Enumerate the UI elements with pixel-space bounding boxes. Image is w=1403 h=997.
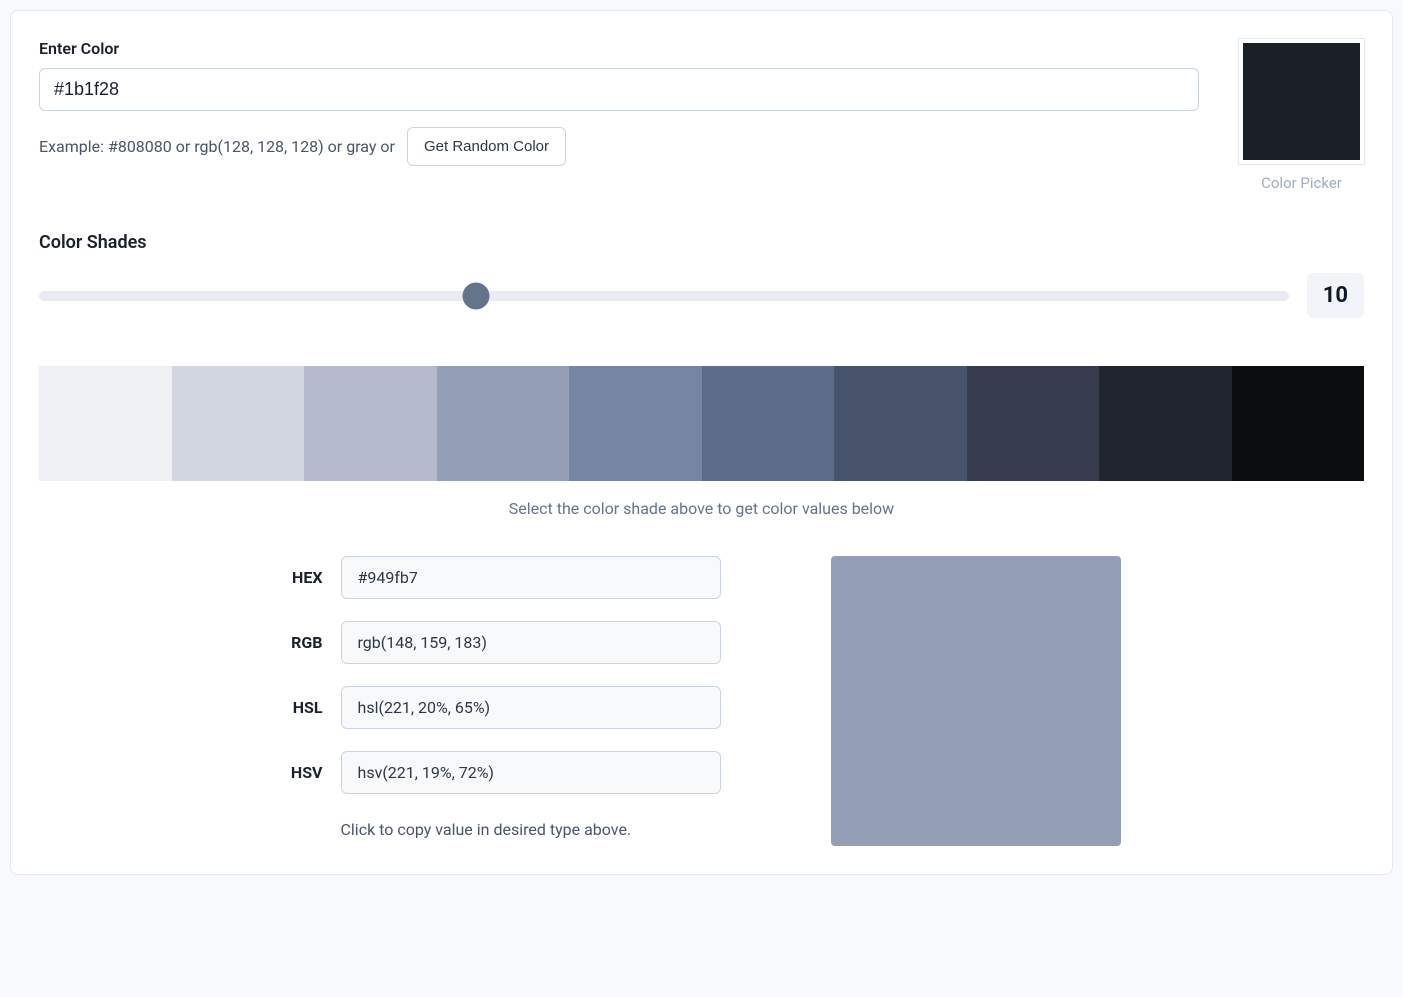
shade-swatch[interactable] — [569, 366, 702, 481]
color-picker-label: Color Picker — [1261, 174, 1342, 192]
shades-slider[interactable] — [39, 285, 1289, 307]
enter-color-label: Enter Color — [39, 39, 1199, 58]
rgb-value[interactable]: rgb(148, 159, 183) — [341, 621, 721, 664]
slider-track — [39, 291, 1289, 301]
color-input[interactable] — [39, 68, 1199, 111]
color-tool-card: Enter Color Example: #808080 or rgb(128,… — [10, 10, 1393, 875]
shade-swatch[interactable] — [39, 366, 172, 481]
shade-swatch[interactable] — [967, 366, 1100, 481]
get-random-color-button[interactable]: Get Random Color — [407, 127, 566, 166]
hex-value[interactable]: #949fb7 — [341, 556, 721, 599]
shades-hint: Select the color shade above to get colo… — [39, 499, 1364, 518]
selected-shade-preview — [831, 556, 1121, 846]
hex-row: HEX #949fb7 — [283, 556, 721, 599]
hsv-value[interactable]: hsv(221, 19%, 72%) — [341, 751, 721, 794]
enter-color-section: Enter Color Example: #808080 or rgb(128,… — [39, 39, 1199, 166]
shade-swatch[interactable] — [172, 366, 305, 481]
shade-swatch[interactable] — [304, 366, 437, 481]
shade-swatch[interactable] — [702, 366, 835, 481]
hsl-row: HSL hsl(221, 20%, 65%) — [283, 686, 721, 729]
hex-label: HEX — [283, 568, 323, 587]
shades-slider-row: 10 — [39, 273, 1364, 318]
shade-swatch[interactable] — [1099, 366, 1232, 481]
rgb-label: RGB — [283, 633, 323, 652]
color-picker-swatch[interactable] — [1239, 39, 1364, 164]
shade-swatch[interactable] — [834, 366, 967, 481]
values-section: HEX #949fb7 RGB rgb(148, 159, 183) HSL h… — [39, 556, 1364, 846]
color-shades-title: Color Shades — [39, 232, 1364, 253]
top-section: Enter Color Example: #808080 or rgb(128,… — [39, 39, 1364, 192]
shade-swatch[interactable] — [437, 366, 570, 481]
values-left: HEX #949fb7 RGB rgb(148, 159, 183) HSL h… — [283, 556, 721, 839]
slider-thumb[interactable] — [463, 282, 490, 309]
copy-hint: Click to copy value in desired type abov… — [341, 820, 721, 839]
hsv-label: HSV — [283, 763, 323, 782]
shades-row — [39, 366, 1364, 481]
rgb-row: RGB rgb(148, 159, 183) — [283, 621, 721, 664]
hsv-row: HSV hsv(221, 19%, 72%) — [283, 751, 721, 794]
hsl-label: HSL — [283, 698, 323, 717]
shades-slider-value: 10 — [1307, 273, 1364, 318]
hsl-value[interactable]: hsl(221, 20%, 65%) — [341, 686, 721, 729]
example-row: Example: #808080 or rgb(128, 128, 128) o… — [39, 127, 1199, 166]
example-text: Example: #808080 or rgb(128, 128, 128) o… — [39, 137, 395, 156]
shade-swatch[interactable] — [1232, 366, 1365, 481]
color-picker-section: Color Picker — [1239, 39, 1364, 192]
